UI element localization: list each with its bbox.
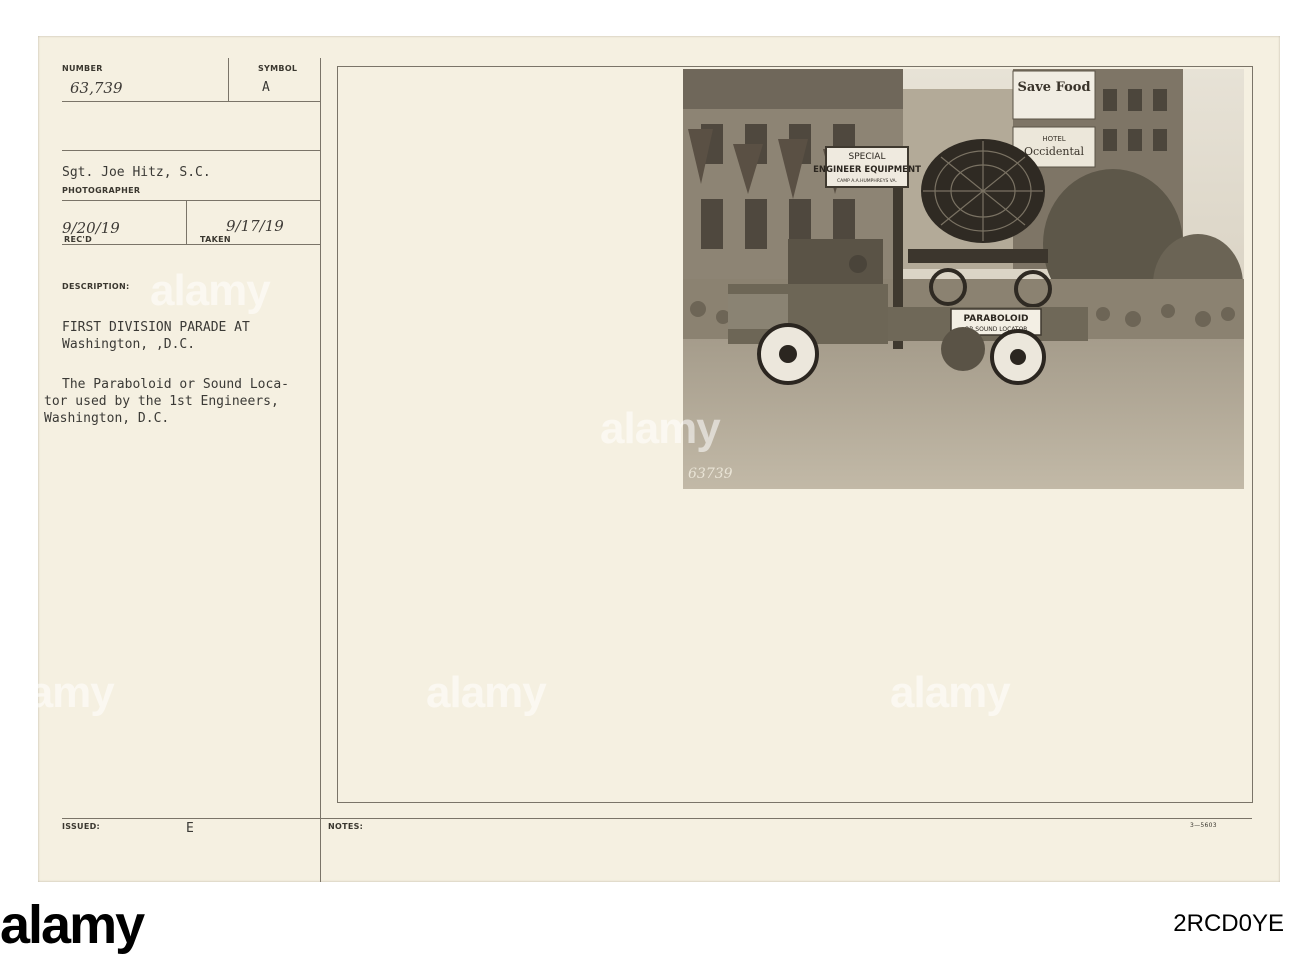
image-id: 2RCD0YE [1173, 910, 1284, 937]
recd-label: REC'D [64, 235, 93, 244]
issued-label: ISSUED: [62, 822, 101, 831]
brand-logo: alamy [0, 895, 145, 955]
rule-symbol-divider [228, 58, 229, 102]
hotel-name-text: Occidental [1024, 145, 1084, 158]
form-code: 3—5603 [1190, 822, 1217, 829]
rule-column-divider [320, 58, 321, 882]
rule-dates-divider [186, 200, 187, 244]
taken-label: TAKEN [200, 235, 231, 244]
number-value: 63,739 [70, 79, 123, 97]
photographer-label: PHOTOGRAPHER [62, 186, 141, 195]
description-body-line3: Washington, D.C. [44, 411, 170, 426]
description-body-line2: tor used by the 1st Engineers, [44, 394, 279, 409]
frame-top [337, 66, 1253, 67]
photo-illustration: Save Food HOTEL Occidental SPECIAL ENGIN… [683, 69, 1244, 489]
watermark-left-mid: alamy [0, 668, 115, 717]
watermark-right-mid: alamy [890, 668, 1011, 717]
billboard-text: Save Food [1017, 80, 1090, 95]
rule-dates-bottom [62, 244, 320, 245]
special-sign-line1: SPECIAL [849, 152, 886, 162]
watermark-left-top: alamy [150, 266, 271, 315]
description-body-line1: The Paraboloid or Sound Loca- [62, 377, 289, 392]
paraboloid-sign-line1: PARABOLOID [963, 314, 1028, 324]
parade-photograph: Save Food HOTEL Occidental SPECIAL ENGIN… [683, 69, 1244, 489]
description-label: DESCRIPTION: [62, 282, 130, 291]
issued-value: E [186, 821, 194, 836]
footer-bar [0, 882, 1300, 973]
hotel-label-text: HOTEL [1042, 135, 1065, 143]
description-title-line1: FIRST DIVISION PARADE AT [62, 320, 250, 335]
rule-issued-divider [320, 818, 321, 882]
frame-right [1252, 66, 1253, 803]
rule-dates-top [62, 200, 320, 201]
special-sign-line2: ENGINEER EQUIPMENT [813, 165, 921, 175]
photographer-value: Sgt. Joe Hitz, S.C. [62, 165, 211, 180]
frame-bottom [337, 802, 1253, 803]
watermark-center-mid: alamy [426, 668, 547, 717]
special-sign-line3: CAMP A.A.HUMPHREYS VA. [837, 178, 897, 184]
symbol-label: SYMBOL [258, 64, 298, 73]
negative-number: 63739 [688, 466, 733, 482]
notes-label: NOTES: [328, 822, 364, 831]
description-title-line2: Washington, ,D.C. [62, 337, 196, 352]
rule-photographer [62, 150, 320, 151]
rule-number [62, 101, 320, 102]
symbol-value: A [262, 80, 270, 95]
number-label: NUMBER [62, 64, 103, 73]
watermark-photo: alamy [600, 404, 721, 453]
frame-left [337, 66, 338, 803]
taken-value: 9/17/19 [226, 217, 284, 235]
rule-footer [62, 818, 1252, 819]
